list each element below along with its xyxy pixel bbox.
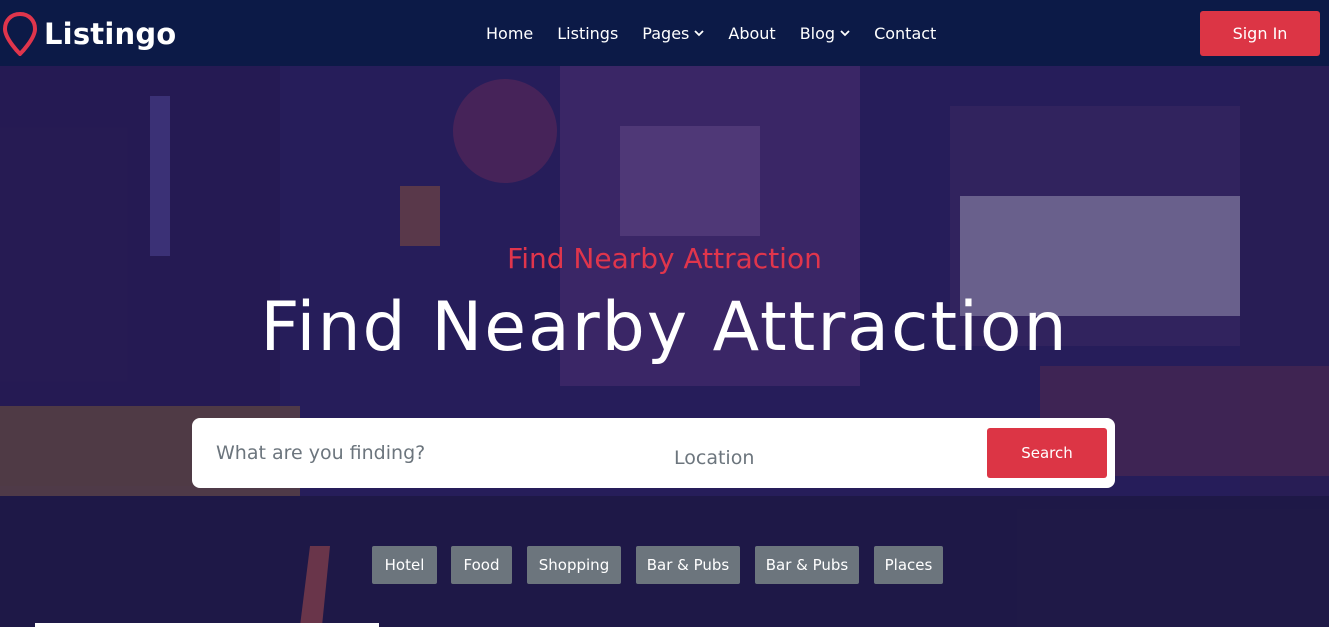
search-form: Search — [192, 418, 1115, 488]
sign-in-button[interactable]: Sign In — [1200, 11, 1320, 56]
nav-pages-label: Pages — [642, 23, 690, 43]
nav-about-label: About — [728, 23, 776, 43]
location-input[interactable] — [674, 441, 974, 475]
tag-food[interactable]: Food — [451, 546, 512, 584]
chevron-down-icon — [694, 29, 705, 36]
search-button[interactable]: Search — [987, 428, 1107, 478]
nav-listings[interactable]: Listings — [557, 24, 618, 43]
nav-contact[interactable]: Contact — [874, 24, 936, 43]
nav-home-label: Home — [486, 23, 534, 43]
hero-subtitle: Find Nearby Attraction — [507, 242, 822, 275]
tag-shopping[interactable]: Shopping — [527, 546, 621, 584]
nav-listings-label: Listings — [557, 23, 619, 43]
tag-hotel[interactable]: Hotel — [372, 546, 437, 584]
nav-about[interactable]: About — [728, 24, 775, 43]
what-search-input[interactable] — [216, 436, 616, 470]
tag-bar-pubs-2[interactable]: Bar & Pubs — [755, 546, 859, 584]
hero-title: Find Nearby Attraction — [260, 288, 1069, 367]
main-nav: Home Listings Pages About Blog Contact — [486, 0, 960, 66]
nav-blog[interactable]: Blog — [800, 24, 850, 43]
bottom-edge-strip — [35, 623, 379, 627]
nav-pages[interactable]: Pages — [642, 23, 705, 43]
nav-blog-label: Blog — [799, 23, 836, 43]
tag-places[interactable]: Places — [874, 546, 943, 584]
brand-name: Listingo — [44, 17, 177, 51]
brand-logo[interactable]: Listingo — [2, 12, 176, 56]
chevron-down-icon — [840, 29, 850, 36]
map-pin-icon — [2, 12, 38, 56]
nav-contact-label: Contact — [874, 23, 937, 43]
top-navbar: Listingo Home Listings Pages About Blog … — [0, 0, 1329, 66]
nav-home[interactable]: Home — [486, 24, 533, 43]
tag-bar-pubs[interactable]: Bar & Pubs — [636, 546, 740, 584]
hero-section: Find Nearby Attraction Find Nearby Attra… — [0, 66, 1329, 627]
